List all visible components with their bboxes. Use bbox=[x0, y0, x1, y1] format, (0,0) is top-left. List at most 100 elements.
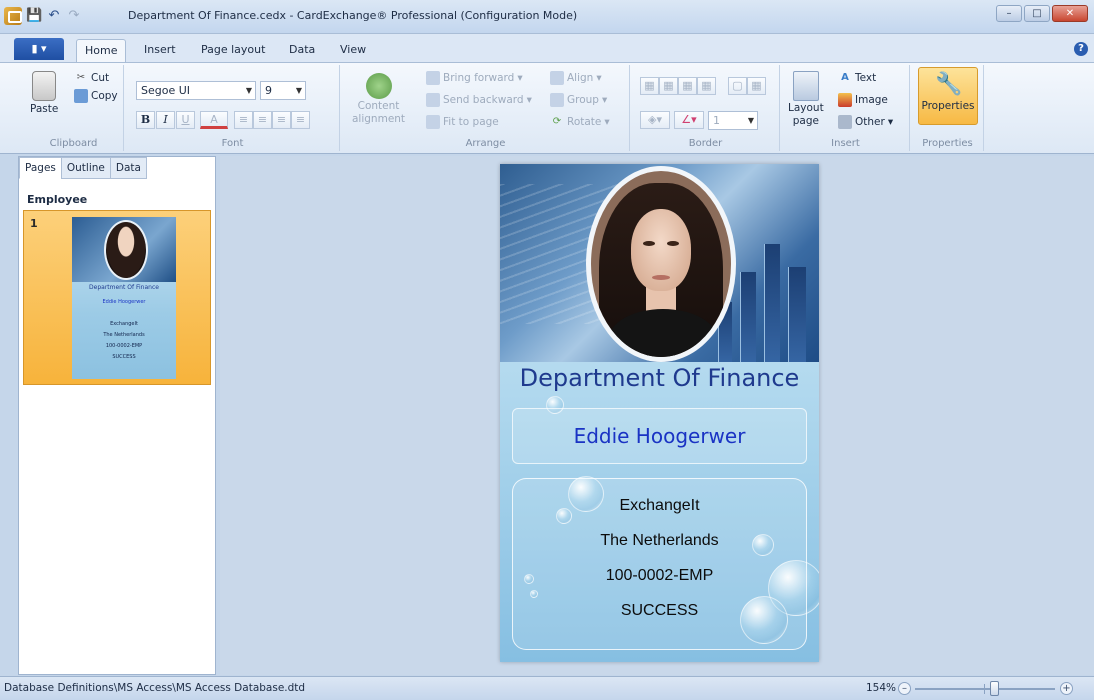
insert-image-button[interactable]: Image bbox=[838, 93, 888, 107]
fill-color-button[interactable]: ◈▾ bbox=[640, 111, 670, 129]
thumb-name: Eddie Hoogerwer bbox=[102, 299, 146, 305]
bold-button[interactable]: B bbox=[136, 111, 155, 129]
ribbon: Paste ✂ Cut Copy Clipboard Segoe UI ▼ 9 ▼ … bbox=[0, 62, 1094, 154]
thumb-employee-id: 100-0002-EMP bbox=[105, 343, 143, 349]
company-field[interactable]: ExchangeIt bbox=[500, 497, 819, 515]
paste-button[interactable]: Paste bbox=[30, 71, 58, 115]
pages-pane: Pages Outline Data Employee 1 Department… bbox=[18, 156, 216, 675]
group-icon bbox=[550, 93, 564, 107]
redo-icon[interactable]: ↷ bbox=[66, 8, 82, 24]
tab-home[interactable]: Home bbox=[76, 39, 127, 62]
insert-group: Layout page A Text Image Other ▾ Insert bbox=[782, 65, 910, 151]
arrange-group: Content alignment Bring forward ▾ Send b… bbox=[342, 65, 630, 151]
file-menu-button[interactable]: ▮ ▾ bbox=[14, 38, 64, 60]
close-button[interactable]: ✕ bbox=[1052, 5, 1088, 22]
save-icon[interactable]: 💾 bbox=[26, 8, 42, 24]
font-size-select[interactable]: 9 ▼ bbox=[260, 81, 306, 100]
layout-page-button[interactable]: Layout page bbox=[788, 71, 824, 127]
insert-other-button[interactable]: Other ▾ bbox=[838, 115, 893, 129]
zoom-out-button[interactable]: – bbox=[898, 682, 911, 695]
minimize-button[interactable]: – bbox=[996, 5, 1022, 22]
border-inner-icon[interactable]: ▦ bbox=[659, 77, 678, 95]
maximize-button[interactable]: □ bbox=[1024, 5, 1050, 22]
align-left-icon[interactable]: ≡ bbox=[234, 111, 253, 129]
employee-id-field[interactable]: 100-0002-EMP bbox=[500, 567, 819, 585]
border-group-label: Border bbox=[688, 138, 723, 149]
border-all-icon[interactable]: ▦ bbox=[640, 77, 659, 95]
insert-text-button[interactable]: A Text bbox=[838, 71, 876, 85]
fit-to-page-button[interactable]: Fit to page bbox=[426, 115, 499, 129]
content-alignment-label-2: alignment bbox=[352, 113, 406, 125]
content-alignment-label-1: Content bbox=[357, 100, 400, 112]
zoom-level[interactable]: 154% bbox=[866, 682, 896, 694]
wrench-icon: 🔧 bbox=[935, 72, 963, 97]
border-width-select[interactable]: 1 ▼ bbox=[708, 111, 758, 130]
photo-eye bbox=[643, 241, 655, 246]
status-field[interactable]: SUCCESS bbox=[500, 602, 819, 620]
align-button[interactable]: Align ▾ bbox=[550, 71, 602, 85]
id-card[interactable]: Department Of Finance Eddie Hoogerwer Ex… bbox=[500, 164, 819, 662]
border-bottom-icon[interactable]: ▦ bbox=[697, 77, 716, 95]
design-canvas[interactable]: Department Of Finance Eddie Hoogerwer Ex… bbox=[220, 156, 1094, 675]
tab-outline[interactable]: Outline bbox=[60, 157, 111, 179]
tab-insert[interactable]: Insert bbox=[136, 39, 184, 62]
photo-mouth bbox=[652, 275, 670, 280]
align-center-icon[interactable]: ≡ bbox=[253, 111, 272, 129]
font-group: Segoe UI ▼ 9 ▼ B I U A ≡ ≡ ≡ ≡ Font bbox=[126, 65, 340, 151]
help-icon[interactable]: ? bbox=[1074, 42, 1088, 56]
font-color-button[interactable]: A bbox=[200, 111, 228, 129]
bring-forward-button[interactable]: Bring forward ▾ bbox=[426, 71, 523, 85]
chart-bar-decoration bbox=[788, 267, 806, 362]
tab-pane-data[interactable]: Data bbox=[109, 157, 147, 179]
group-button[interactable]: Group ▾ bbox=[550, 93, 607, 107]
page-thumbnail-item[interactable]: 1 Department Of Finance Eddie Hoogerwer … bbox=[23, 210, 211, 385]
insert-group-label: Insert bbox=[831, 138, 860, 149]
clipboard-group: Paste ✂ Cut Copy Clipboard bbox=[24, 65, 124, 151]
border-outer-icon[interactable]: ▢ bbox=[728, 77, 747, 95]
chart-bar-decoration bbox=[764, 244, 780, 362]
font-family-select[interactable]: Segoe UI ▼ bbox=[136, 81, 256, 100]
employee-photo[interactable] bbox=[586, 166, 736, 362]
zoom-slider-track[interactable] bbox=[915, 688, 1055, 690]
properties-group-label: Properties bbox=[922, 138, 973, 149]
justify-icon[interactable]: ≡ bbox=[291, 111, 310, 129]
rotate-icon: ⟳ bbox=[552, 116, 562, 127]
rotate-button[interactable]: ⟳ Rotate ▾ bbox=[550, 115, 610, 129]
tab-page-layout[interactable]: Page layout bbox=[193, 39, 273, 62]
country-field[interactable]: The Netherlands bbox=[500, 532, 819, 550]
section-title: Employee bbox=[27, 193, 88, 206]
content-alignment-button[interactable]: Content alignment bbox=[352, 73, 405, 125]
tab-view[interactable]: View bbox=[332, 39, 374, 62]
paste-label: Paste bbox=[30, 103, 59, 115]
border-top-icon[interactable]: ▦ bbox=[678, 77, 697, 95]
page-number: 1 bbox=[30, 217, 38, 230]
database-path: Database Definitions\MS Access\MS Access… bbox=[4, 682, 306, 694]
properties-button[interactable]: 🔧 Properties bbox=[918, 67, 978, 125]
send-backward-button[interactable]: Send backward ▾ bbox=[426, 93, 532, 107]
app-icon[interactable] bbox=[4, 7, 22, 25]
department-field[interactable]: Department Of Finance bbox=[500, 364, 819, 392]
align-right-icon[interactable]: ≡ bbox=[272, 111, 291, 129]
insert-image-label: Image bbox=[855, 94, 888, 106]
employee-name-field[interactable]: Eddie Hoogerwer bbox=[500, 424, 819, 448]
font-family-value: Segoe UI bbox=[141, 84, 191, 97]
layout-page-label-1: Layout bbox=[788, 102, 824, 114]
group-label: Group bbox=[567, 94, 599, 106]
scissors-icon: ✂ bbox=[76, 72, 86, 83]
page-thumbnail[interactable]: Department Of Finance Eddie Hoogerwer Ex… bbox=[72, 217, 176, 379]
zoom-in-button[interactable]: + bbox=[1060, 682, 1073, 695]
underline-button[interactable]: U bbox=[176, 111, 195, 129]
quick-access-toolbar: 💾 ↶ ↷ bbox=[4, 7, 82, 25]
italic-button[interactable]: I bbox=[156, 111, 175, 129]
copy-label: Copy bbox=[91, 90, 118, 102]
undo-icon[interactable]: ↶ bbox=[46, 8, 62, 24]
align-icon bbox=[550, 71, 564, 85]
content-alignment-icon bbox=[365, 73, 392, 99]
tab-pages[interactable]: Pages bbox=[19, 157, 62, 179]
cut-button[interactable]: ✂ Cut bbox=[74, 71, 109, 85]
zoom-slider-thumb[interactable] bbox=[990, 681, 999, 696]
tab-data[interactable]: Data bbox=[281, 39, 323, 62]
border-none-icon[interactable]: ▦ bbox=[747, 77, 766, 95]
copy-button[interactable]: Copy bbox=[74, 89, 118, 103]
line-color-button[interactable]: ∠▾ bbox=[674, 111, 704, 129]
